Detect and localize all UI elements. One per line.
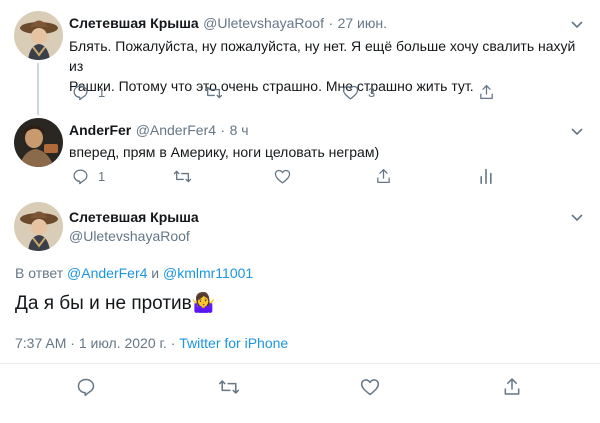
separator: · <box>220 122 226 138</box>
reply-icon <box>73 169 88 185</box>
main-tweet-text-row: Да я бы и не против🤷‍♀️ <box>15 290 215 318</box>
reply-and: и <box>151 265 160 281</box>
tweet-text-line: Блять. Пожалуйста, ну пожалуйста, ну нет… <box>69 38 576 74</box>
author-handle[interactable]: @UletevshayaRoof <box>69 228 190 244</box>
reply-button[interactable]: 1 <box>72 168 105 185</box>
like-count: 3 <box>368 85 376 100</box>
author-handle[interactable]: @AnderFer4 <box>136 122 216 138</box>
chevron-down-icon[interactable] <box>570 124 584 142</box>
separator: · <box>170 335 176 351</box>
tweet-text-line: Рашки. Потому что это очень страшно. Мне… <box>69 78 474 94</box>
share-button[interactable] <box>478 83 495 101</box>
share-button[interactable] <box>502 376 522 397</box>
chevron-down-icon[interactable] <box>570 210 584 228</box>
thread-line <box>37 63 39 115</box>
reply-icon <box>73 85 88 101</box>
reply-prefix: В ответ <box>15 265 64 281</box>
avatar[interactable] <box>14 11 63 60</box>
reply-icon <box>77 378 95 397</box>
reply-context: В ответ @AnderFer4 и @kmlmr11001 <box>15 265 253 281</box>
tweet-meta: 7:37 AM · 1 июл. 2020 г. · Twitter for i… <box>15 335 288 351</box>
retweet-icon <box>173 170 192 183</box>
tweet-source[interactable]: Twitter for iPhone <box>179 335 288 351</box>
share-icon <box>504 378 520 395</box>
retweet-button[interactable] <box>173 168 192 185</box>
avatar[interactable] <box>14 202 63 251</box>
tweet-time[interactable]: 7:37 AM <box>15 335 66 351</box>
shrug-emoji: 🤷‍♀️ <box>191 293 216 314</box>
analytics-button[interactable] <box>478 167 494 185</box>
retweet-button[interactable] <box>204 84 223 101</box>
analytics-icon <box>480 168 492 184</box>
chevron-down-icon[interactable] <box>570 17 584 35</box>
avatar[interactable] <box>14 118 63 167</box>
mention-link[interactable]: @kmlmr11001 <box>163 265 253 281</box>
tweet-date[interactable]: 1 июл. 2020 г. <box>79 335 167 351</box>
like-button[interactable]: 3 <box>342 84 375 101</box>
author-name[interactable]: AnderFer <box>69 122 131 138</box>
like-button[interactable] <box>360 377 380 397</box>
retweet-icon <box>204 86 223 99</box>
author-handle[interactable]: @UletevshayaRoof <box>203 15 324 31</box>
like-icon <box>342 85 359 100</box>
main-tweet-text: Да я бы и не против <box>15 293 192 314</box>
tweet-header: AnderFer @AnderFer4 · 8 ч <box>69 122 249 140</box>
like-icon <box>274 169 291 184</box>
separator: · <box>328 15 334 31</box>
share-button[interactable] <box>375 167 392 185</box>
author-name[interactable]: Слетевшая Крыша <box>69 209 199 225</box>
retweet-button[interactable] <box>218 377 240 397</box>
tweet-header: Слетевшая Крыша @UletevshayaRoof · 27 ию… <box>69 15 387 33</box>
share-icon <box>377 168 390 184</box>
tweet-time[interactable]: 27 июн. <box>338 15 387 31</box>
retweet-icon <box>218 380 240 394</box>
mention-link[interactable]: @AnderFer4 <box>67 265 147 281</box>
reply-count: 1 <box>98 85 106 100</box>
reply-button[interactable]: 1 <box>72 84 105 101</box>
author-name[interactable]: Слетевшая Крыша <box>69 15 199 31</box>
reply-button[interactable] <box>76 377 96 397</box>
tweet-text: Блять. Пожалуйста, ну пожалуйста, ну нет… <box>69 36 589 96</box>
reply-count: 1 <box>98 169 106 184</box>
divider <box>0 363 600 364</box>
tweet-text: вперед, прям в Америку, ноги целовать не… <box>69 144 380 160</box>
separator: · <box>70 335 75 351</box>
share-icon <box>480 84 493 100</box>
like-button[interactable] <box>274 168 291 185</box>
tweet-time[interactable]: 8 ч <box>230 122 249 138</box>
like-icon <box>360 379 380 396</box>
